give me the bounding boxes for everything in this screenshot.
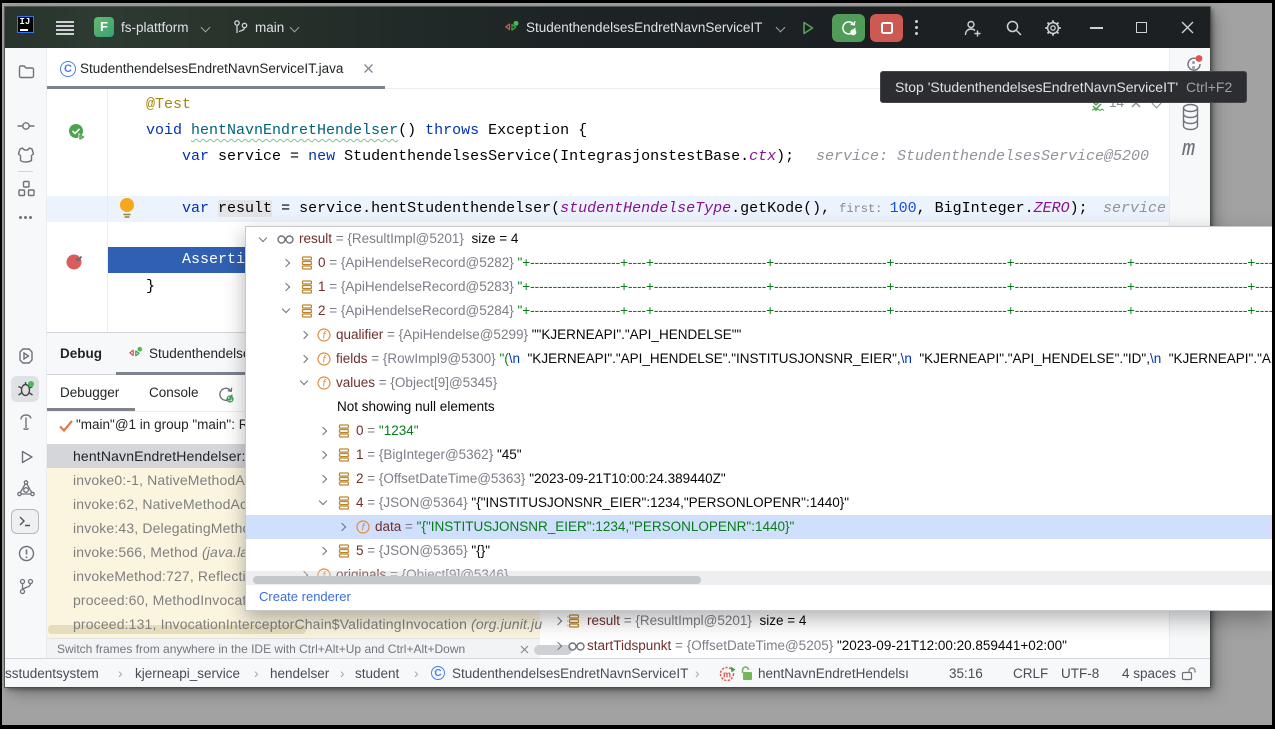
- svg-text:f: f: [362, 523, 366, 534]
- svg-text:m: m: [723, 670, 731, 680]
- svg-text:f: f: [323, 331, 327, 342]
- svg-text:f: f: [323, 379, 327, 390]
- svg-text:f: f: [323, 355, 327, 366]
